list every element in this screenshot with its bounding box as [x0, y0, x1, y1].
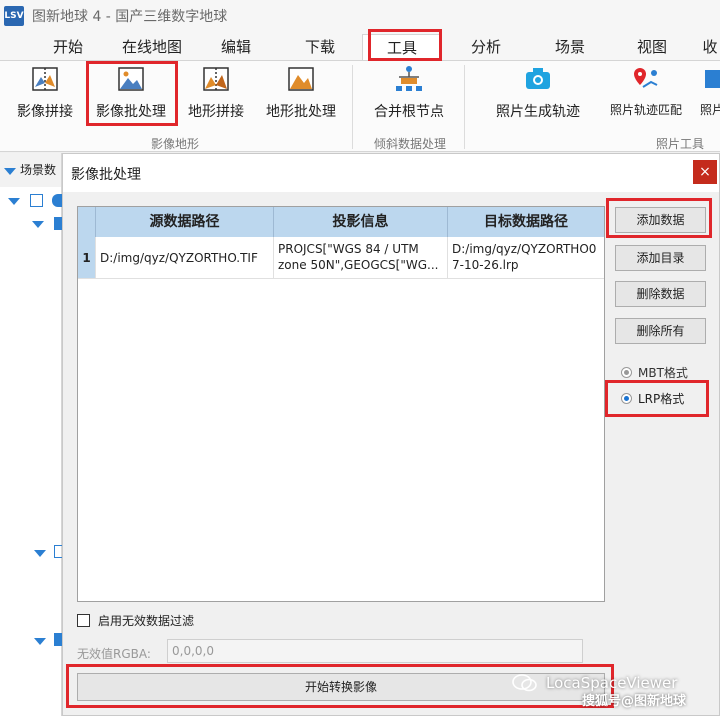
photo-tool-button[interactable]: 照片 [700, 63, 720, 123]
lrp-format-label: LRP格式 [638, 391, 685, 406]
dialog-title: 影像批处理 [71, 167, 141, 183]
format-radio-group: MBT格式 LRP格式 [613, 352, 708, 422]
lrp-format-option[interactable]: LRP格式 [621, 388, 684, 408]
ribbon-group-label: 影像地形 [150, 137, 199, 151]
ribbon-label: 地形拼接 [188, 104, 244, 120]
app-logo-icon: LSV [4, 6, 24, 26]
tab-view[interactable]: 视图 [622, 34, 682, 60]
invalid-filter-checkbox[interactable] [77, 614, 90, 627]
menu-bar: 开始 在线地图 编辑 下载 工具 分析 场景 视图 收 [0, 32, 720, 60]
scene-panel-title: 场景数 [20, 163, 57, 177]
terrain-mosaic-icon [203, 67, 229, 91]
wechat-logo-icon [512, 674, 537, 692]
scene-panel: 场景数 [0, 153, 62, 716]
cell-source-path[interactable]: D:/img/qyz/QYZORTHO.TIF [96, 237, 274, 278]
tab-start[interactable]: 开始 [38, 34, 98, 60]
ribbon-group-label: 倾斜数据处理 [373, 137, 446, 151]
merge-root-node-icon [396, 66, 422, 91]
tree-expand-icon[interactable] [34, 550, 46, 557]
image-batch-button[interactable]: 影像批处理 [88, 63, 174, 123]
grid-header-index [78, 207, 96, 237]
row-index: 1 [78, 237, 96, 278]
table-row[interactable]: 1 D:/img/qyz/QYZORTHO.TIF PROJCS["WGS 84… [78, 237, 604, 279]
image-mosaic-button[interactable]: 影像拼接 [8, 63, 82, 123]
photo-icon [705, 70, 720, 88]
close-icon[interactable]: × [693, 160, 717, 184]
grid-header-target[interactable]: 目标数据路径 [448, 207, 604, 237]
mbt-format-label: MBT格式 [638, 365, 688, 380]
invalid-filter-label: 启用无效数据过滤 [98, 614, 195, 628]
terrain-batch-icon [288, 67, 314, 91]
cell-target-path[interactable]: D:/img/qyz/QYZORTHO07-10-26.lrp [448, 237, 604, 278]
ribbon-toolbar: 影像拼接 影像批处理 地形拼接 地形批处理 影像地形 合并根节点 倾斜数据处理 … [0, 60, 720, 152]
tab-overflow[interactable]: 收 [700, 34, 720, 60]
tab-scene[interactable]: 场景 [540, 34, 600, 60]
delete-data-button[interactable]: 删除数据 [615, 281, 706, 307]
ribbon-label: 照片轨迹匹配 [609, 103, 682, 117]
camera-icon [526, 68, 550, 89]
tab-download[interactable]: 下载 [290, 34, 350, 60]
tree-expand-icon[interactable] [34, 638, 46, 645]
map-pin-track-icon [634, 68, 658, 88]
watermark-source: 搜狐号@图新地球 [582, 694, 687, 709]
terrain-batch-button[interactable]: 地形批处理 [258, 63, 344, 123]
photo-track-button[interactable]: 照片生成轨迹 [486, 63, 590, 123]
collapse-triangle-icon[interactable] [4, 168, 16, 175]
ribbon-label: 照片生成轨迹 [496, 104, 580, 120]
app-titlebar: LSV 图新地球 4 - 国产三维数字地球 [0, 0, 720, 32]
ribbon-label: 影像拼接 [17, 104, 73, 120]
tab-tools[interactable]: 工具 [362, 34, 442, 60]
tree-collapse-icon[interactable] [30, 194, 43, 207]
ribbon-label: 影像批处理 [96, 104, 166, 120]
data-grid[interactable]: 源数据路径 投影信息 目标数据路径 1 D:/img/qyz/QYZORTHO.… [77, 206, 605, 602]
grid-header-projection[interactable]: 投影信息 [274, 207, 448, 237]
layer-icon [54, 217, 62, 230]
lrp-radio[interactable] [621, 392, 632, 404]
tree-expand-icon[interactable] [32, 221, 44, 228]
mbt-format-option[interactable]: MBT格式 [621, 362, 688, 382]
ribbon-separator [352, 65, 353, 149]
ribbon-separator [464, 65, 465, 149]
dialog-titlebar: 影像批处理 × [63, 154, 719, 192]
image-mosaic-icon [32, 67, 58, 91]
terrain-mosaic-button[interactable]: 地形拼接 [180, 63, 252, 123]
delete-all-button[interactable]: 删除所有 [615, 318, 706, 344]
cell-projection[interactable]: PROJCS["WGS 84 / UTM zone 50N",GEOGCS["W… [274, 237, 448, 278]
grid-header: 源数据路径 投影信息 目标数据路径 [78, 207, 604, 237]
mbt-radio[interactable] [621, 366, 632, 378]
folder-icon [54, 545, 62, 558]
rgba-label: 无效值RGBA: [77, 647, 151, 661]
tree-expand-icon[interactable] [8, 198, 20, 205]
add-data-button[interactable]: 添加数据 [615, 207, 706, 233]
grid-header-source[interactable]: 源数据路径 [96, 207, 274, 237]
scene-panel-header: 场景数 [0, 153, 61, 187]
tab-edit[interactable]: 编辑 [206, 34, 266, 60]
merge-root-node-button[interactable]: 合并根节点 [364, 63, 454, 123]
layer-icon [54, 633, 62, 646]
image-batch-icon [118, 67, 144, 91]
app-title: 图新地球 4 - 国产三维数字地球 [32, 9, 228, 25]
tab-online-map[interactable]: 在线地图 [112, 34, 192, 60]
image-batch-dialog: 影像批处理 × 源数据路径 投影信息 目标数据路径 1 D:/img/qyz/Q… [62, 153, 720, 716]
ribbon-label: 地形批处理 [266, 104, 336, 120]
photo-track-match-button[interactable]: 照片轨迹匹配 [604, 63, 688, 123]
add-directory-button[interactable]: 添加目录 [615, 245, 706, 271]
ribbon-label: 合并根节点 [374, 104, 444, 120]
tab-analysis[interactable]: 分析 [456, 34, 516, 60]
ribbon-group-label: 照片工具 [655, 137, 704, 151]
rgba-input[interactable] [167, 639, 583, 663]
ribbon-label: 照片 [700, 103, 720, 117]
invalid-filter-row[interactable]: 启用无效数据过滤 [77, 612, 194, 629]
globe-icon [52, 194, 62, 207]
